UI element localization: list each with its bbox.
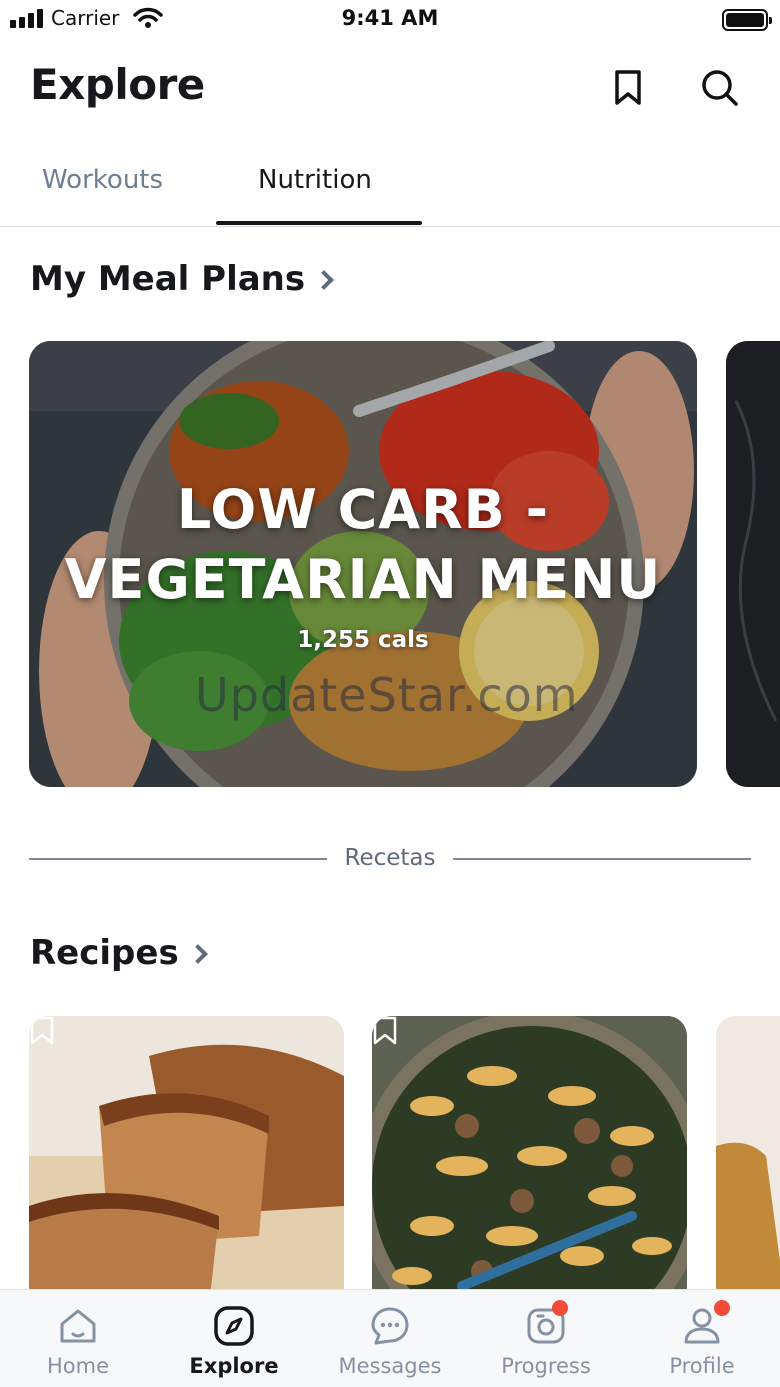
search-icon	[702, 70, 738, 106]
recipe-card[interactable]	[29, 1016, 344, 1306]
tab-bar-messages-label: Messages	[338, 1354, 442, 1378]
chevron-right-icon	[314, 270, 335, 290]
status-time: 9:41 AM	[341, 6, 439, 30]
tab-bar-home-label: Home	[46, 1354, 109, 1378]
meal-plan-next-image	[726, 341, 780, 787]
chat-icon	[371, 1307, 409, 1345]
progress-badge	[552, 1300, 568, 1316]
battery-icon	[722, 9, 772, 31]
bookmark-icon	[615, 70, 641, 105]
meal-plan-calories: 1,255 cals	[297, 627, 429, 653]
tab-strip: Workouts Nutrition	[0, 150, 780, 227]
active-tab-indicator	[216, 221, 422, 225]
tab-bar-progress[interactable]: Progress	[468, 1290, 624, 1387]
profile-badge	[714, 1300, 730, 1316]
divider-right	[453, 858, 751, 860]
bookmark-icon[interactable]	[372, 1016, 398, 1046]
home-icon	[60, 1309, 96, 1343]
bookmark-icon[interactable]	[29, 1016, 55, 1046]
compass-icon	[214, 1306, 254, 1346]
recipe-image-banana-bread	[29, 1016, 344, 1306]
recipe-card-next[interactable]	[716, 1016, 780, 1306]
tab-bar-messages[interactable]: Messages	[312, 1290, 468, 1387]
recipes-header[interactable]: Recipes	[30, 933, 208, 973]
recipe-image-pasta	[372, 1016, 687, 1306]
meal-plan-title-line2: VEGETARIAN MENU	[64, 548, 662, 611]
meal-plans-title: My Meal Plans	[30, 259, 306, 299]
tab-bar-explore-label: Explore	[189, 1354, 279, 1378]
recipes-title: Recipes	[30, 933, 179, 973]
page-title: Explore	[30, 60, 205, 109]
recipe-image-next	[716, 1016, 780, 1306]
tab-bar-progress-label: Progress	[501, 1354, 591, 1378]
tab-workouts[interactable]: Workouts	[42, 165, 163, 195]
recipe-card[interactable]	[372, 1016, 687, 1306]
tab-nutrition[interactable]: Nutrition	[258, 165, 372, 195]
meal-plan-card-next[interactable]	[726, 341, 780, 787]
tab-bar-explore[interactable]: Explore	[156, 1290, 312, 1387]
tab-bar-profile[interactable]: Profile	[624, 1290, 780, 1387]
meal-plan-title: LOW CARB - VEGETARIAN MENU	[29, 475, 697, 615]
divider-label: Recetas	[344, 845, 436, 871]
search-button[interactable]	[698, 66, 742, 110]
tab-bar-home[interactable]: Home	[0, 1290, 156, 1387]
status-bar: Carrier 9:41 AM	[0, 0, 780, 40]
divider-left	[29, 858, 327, 860]
bookmarks-button[interactable]	[606, 66, 650, 110]
chevron-right-icon	[187, 944, 208, 964]
meal-plan-title-line1: LOW CARB -	[176, 478, 550, 541]
watermark: UpdateStar.com	[195, 668, 579, 722]
bottom-tab-bar: Home Explore Messages Progress Profile	[0, 1289, 780, 1387]
tab-bar-profile-label: Profile	[669, 1354, 735, 1378]
meal-plans-header[interactable]: My Meal Plans	[30, 259, 335, 299]
